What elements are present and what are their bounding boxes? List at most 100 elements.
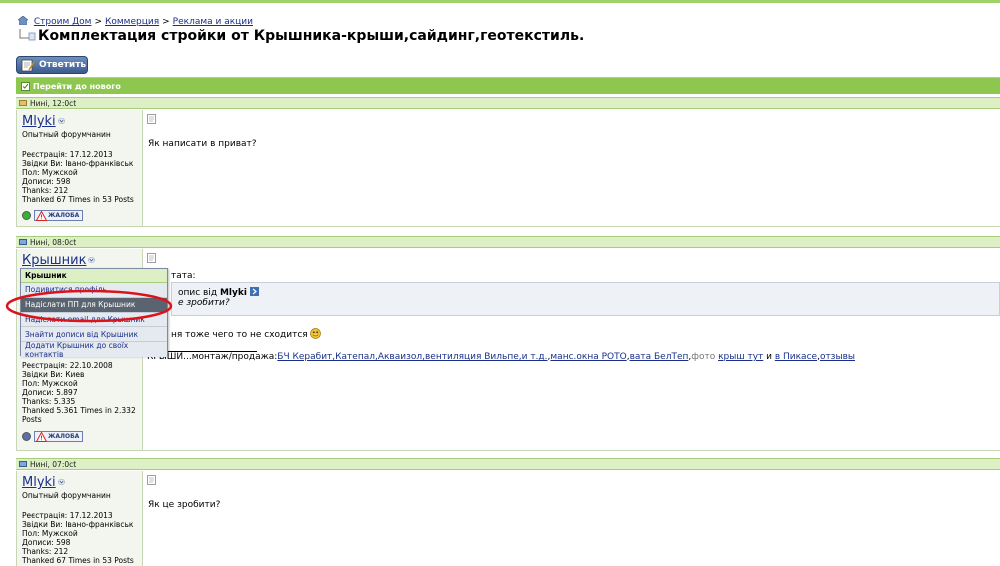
signature-link-roto[interactable]: манс.окна РОТО: [550, 352, 626, 362]
post-username[interactable]: Mlyki: [22, 114, 56, 129]
user-stat: Звідки Ви: Киев: [22, 370, 85, 379]
post-time: Нині, 12:0ct: [30, 98, 77, 108]
chevron-down-icon[interactable]: [57, 479, 65, 485]
user-title: Опытный форумчанин: [22, 491, 111, 500]
signature: КРЫШИ...монтаж/продажа:БЧ Керабит,Катепа…: [147, 352, 855, 362]
user-menu-title: Крышник: [21, 269, 167, 283]
quote-text: е зробити?: [178, 298, 230, 308]
thread-title-row: Комплектация стройки от Крышника-крыши,с…: [18, 28, 584, 44]
signature-link-reviews[interactable]: отзывы: [820, 352, 855, 362]
quote-from-prefix: опис від: [178, 288, 218, 298]
menu-item-view-profile[interactable]: Подивитися профіль: [21, 283, 167, 298]
post-text: Як написати в приват?: [148, 139, 257, 149]
user-stats: Реєстрація: 22.10.2008 Звідки Ви: Киев П…: [22, 361, 142, 424]
user-stat: Звідки Ви: Івано-франківськ: [22, 159, 134, 168]
thread-title: Комплектация стройки от Крышника-крыши,с…: [38, 28, 585, 44]
user-stat: Дописи: 598: [22, 538, 71, 547]
offline-status-icon: [22, 432, 31, 441]
user-stat: Дописи: 5.897: [22, 388, 78, 397]
signature-text-foto: фото: [691, 352, 716, 362]
report-label: ЖАЛОБА: [48, 212, 80, 219]
report-button[interactable]: ЖАЛОБА: [34, 210, 84, 221]
reply-icon: [21, 59, 35, 72]
post-user-info: Mlyki Опытный форумчанин Реєстрація: 17.…: [17, 471, 143, 566]
goto-new-bar[interactable]: Перейти до нового: [16, 77, 1000, 94]
checkbox-icon: [21, 81, 30, 91]
user-stat: Пол: Мужской: [22, 529, 78, 538]
warning-icon: [36, 211, 47, 221]
post-header: Нині, 12:0ct: [16, 97, 1000, 109]
post-time: Нині, 08:0ct: [30, 237, 77, 247]
user-stat: Реєстрація: 22.10.2008: [22, 361, 113, 370]
menu-item-add-contact[interactable]: Додати Крышник до своїх контактів: [21, 341, 167, 359]
chevron-down-icon[interactable]: [57, 118, 65, 124]
view-post-arrow-icon[interactable]: [249, 287, 259, 296]
user-stat: Thanks: 212: [22, 186, 69, 195]
post-user-info: Mlyki Опытный форумчанин Реєстрація: 17.…: [17, 110, 143, 226]
post-message: Як написати в приват?: [143, 110, 1000, 226]
post-header: Нині, 07:0ct: [16, 458, 1000, 470]
reply-button[interactable]: Ответить: [16, 56, 88, 74]
breadcrumb: Строим Дом > Коммерция > Реклама и акции: [18, 16, 253, 27]
online-status-icon: [22, 211, 31, 220]
post-text: ня тоже чего то не сходится: [171, 330, 308, 340]
signature-link-picasa[interactable]: в Пикасе: [775, 352, 817, 362]
breadcrumb-link-kommertsiya[interactable]: Коммерция: [105, 17, 159, 27]
user-title: Опытный форумчанин: [22, 130, 111, 139]
signature-text-and: и: [763, 352, 775, 362]
user-stat: Пол: Мужской: [22, 379, 78, 388]
home-icon: [18, 16, 28, 25]
quote-box: опис від Mlyki е зробити?: [171, 282, 1000, 316]
breadcrumb-link-reklama[interactable]: Реклама и акции: [173, 17, 253, 27]
signature-link-belteplo[interactable]: вата БелТеп: [630, 352, 689, 362]
post-text: Як це зробити?: [148, 500, 221, 510]
menu-item-send-email[interactable]: Надіслати email для Крышник: [21, 312, 167, 328]
menu-item-send-pm[interactable]: Надіслати ПП для Крышник: [21, 297, 167, 313]
post-header: Нині, 08:0ct: [16, 236, 1000, 248]
user-stats: Реєстрація: 17.12.2013 Звідки Ви: Івано-…: [22, 511, 137, 565]
post-user-icons: ЖАЛОБА: [22, 210, 84, 221]
user-stat: Дописи: 598: [22, 177, 71, 186]
document-icon: [147, 114, 156, 124]
reply-button-label: Ответить: [39, 60, 87, 70]
goto-new-label: Перейти до нового: [33, 81, 121, 91]
document-icon: [147, 475, 156, 485]
user-stat: Thanks: 212: [22, 547, 69, 556]
post-time-icon: [19, 461, 27, 467]
report-label: ЖАЛОБА: [48, 433, 80, 440]
user-stats: Реєстрація: 17.12.2013 Звідки Ви: Івано-…: [22, 150, 137, 204]
post-username[interactable]: Крышник: [22, 253, 86, 268]
signature-link-materials[interactable]: БЧ Керабит,Катепал,Акваизол,вентиляция В…: [277, 352, 547, 362]
user-stat: Thanked 67 Times in 53 Posts: [22, 556, 134, 565]
user-stat: Thanks: 5.335: [22, 397, 76, 406]
chevron-down-icon[interactable]: [88, 257, 96, 263]
post-time-icon: [19, 239, 27, 245]
post-username[interactable]: Mlyki: [22, 475, 56, 490]
post: Mlyki Опытный форумчанин Реєстрація: 17.…: [16, 471, 1000, 566]
post-text-line: ня тоже чего то не сходится: [171, 328, 321, 340]
post-message: тата: опис від Mlyki е зробити? ня тоже …: [143, 249, 1000, 450]
post: Mlyki Опытный форумчанин Реєстрація: 17.…: [16, 110, 1000, 227]
post-time: Нині, 07:0ct: [30, 459, 77, 469]
user-stat: Thanked 67 Times in 53 Posts: [22, 195, 134, 204]
user-stat: Реєстрація: 17.12.2013: [22, 511, 113, 520]
post-user-icons: ЖАЛОБА: [22, 431, 84, 442]
document-icon: [147, 253, 156, 263]
post-time-icon: [19, 100, 27, 106]
breadcrumb-separator: >: [162, 17, 170, 27]
user-stat: Реєстрація: 17.12.2013: [22, 150, 113, 159]
user-popup-menu: Крышник Подивитися профіль Надіслати ПП …: [20, 268, 168, 359]
breadcrumb-separator: >: [94, 17, 102, 27]
user-stat: Пол: Мужской: [22, 168, 78, 177]
quote-author: Mlyki: [219, 288, 247, 298]
smiley-icon: [309, 328, 321, 339]
warning-icon: [36, 432, 47, 442]
breadcrumb-link-stroim-dom[interactable]: Строим Дом: [34, 17, 92, 27]
top-accent-line: [0, 0, 1000, 3]
signature-link-krysh[interactable]: крыш тут: [718, 352, 763, 362]
thread-arrow-icon: [19, 29, 36, 41]
user-stat: Звідки Ви: Івано-франківськ: [22, 520, 134, 529]
post-message: Як це зробити?: [143, 471, 1000, 566]
report-button[interactable]: ЖАЛОБА: [34, 431, 84, 442]
quote-label: тата:: [171, 271, 196, 281]
